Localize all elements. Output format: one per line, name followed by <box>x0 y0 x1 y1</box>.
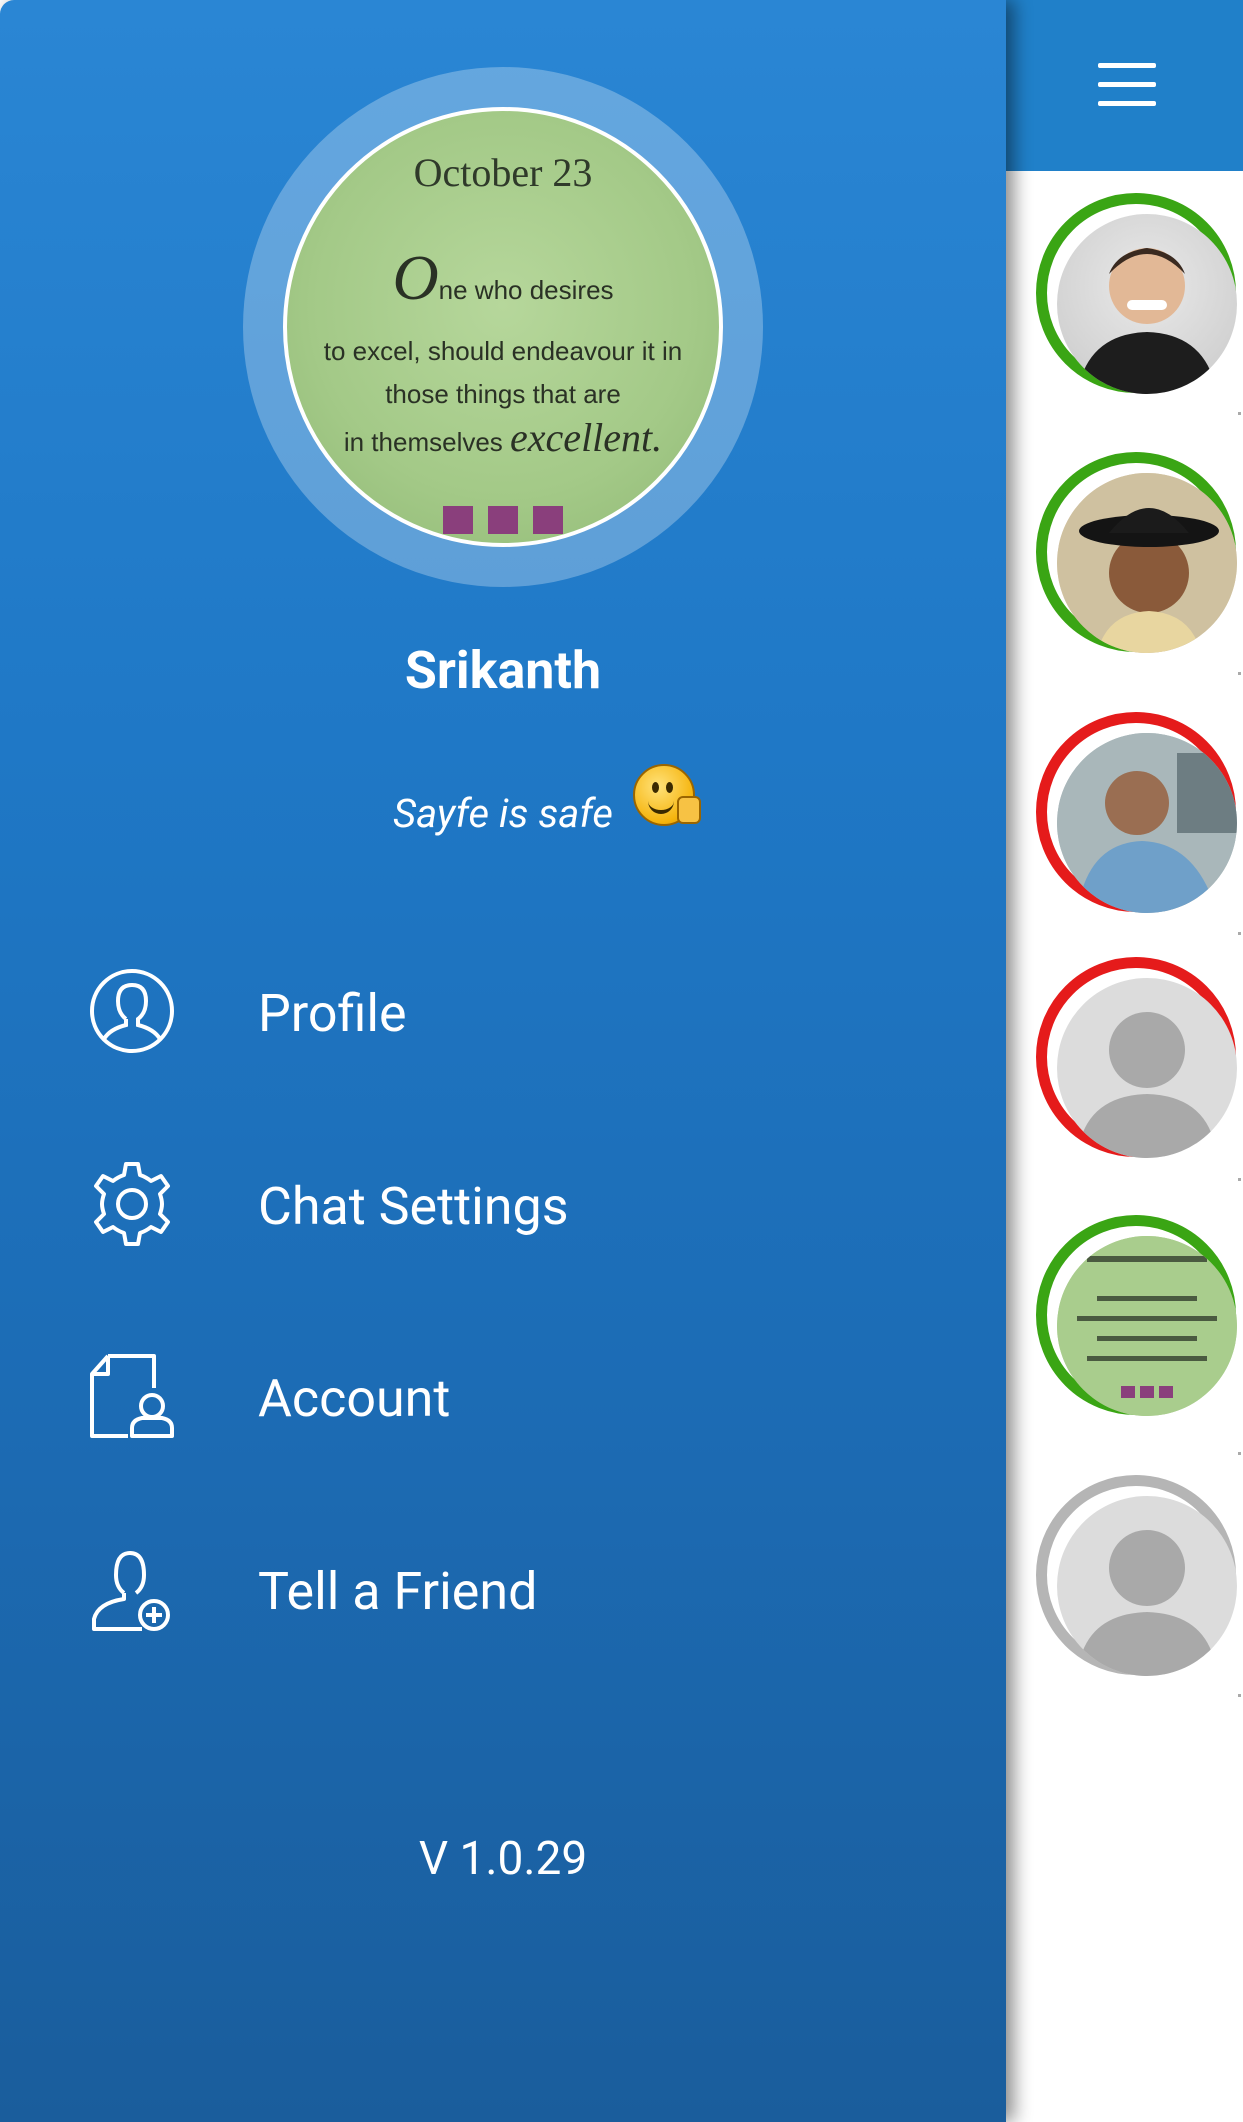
avatar-quote-line: to excel, should endeavour it in <box>323 336 683 366</box>
navigation-drawer: October 23 One who desires to excel, sho… <box>0 0 1006 2122</box>
contact-strip <box>1006 0 1243 2122</box>
menu-item-label: Account <box>258 1368 451 1429</box>
avatar-quote-date: October 23 <box>413 150 593 195</box>
thumbs-up-smiley-icon <box>633 764 702 826</box>
status-text: Sayfe is safe <box>393 790 613 837</box>
avatar-quote-line: those things that are <box>385 379 621 409</box>
avatar-quote-line: in themselves excellent. <box>343 415 663 460</box>
app-version: V 1.0.29 <box>418 1832 588 1886</box>
user-name: Srikanth <box>404 640 602 701</box>
avatar-quote-line: One who desires <box>392 242 614 313</box>
contact-avatar[interactable] <box>1036 712 1237 913</box>
contact-avatar[interactable] <box>1036 1475 1237 1676</box>
menu-item-profile[interactable]: Profile <box>88 955 788 1065</box>
contact-avatar[interactable] <box>1036 957 1237 1158</box>
contact-avatar[interactable] <box>1036 452 1237 653</box>
user-circle-icon <box>88 967 176 1055</box>
menu-item-label: Chat Settings <box>258 1176 569 1237</box>
menu-item-label: Profile <box>258 983 407 1044</box>
menu-item-account[interactable]: Account <box>88 1340 788 1450</box>
top-bar <box>1006 0 1243 171</box>
profile-avatar[interactable]: October 23 One who desires to excel, sho… <box>283 107 723 547</box>
menu-item-label: Tell a Friend <box>258 1561 538 1622</box>
contact-avatar[interactable] <box>1036 193 1237 394</box>
account-document-icon <box>88 1352 176 1440</box>
add-user-icon <box>88 1545 176 1633</box>
user-status: Sayfe is safe <box>0 764 1006 837</box>
hamburger-icon[interactable] <box>1098 63 1156 107</box>
menu-item-chat-settings[interactable]: Chat Settings <box>88 1148 788 1258</box>
menu-item-tell-a-friend[interactable]: Tell a Friend <box>88 1533 788 1643</box>
gear-icon <box>88 1160 176 1248</box>
contact-avatar[interactable] <box>1036 1215 1237 1416</box>
